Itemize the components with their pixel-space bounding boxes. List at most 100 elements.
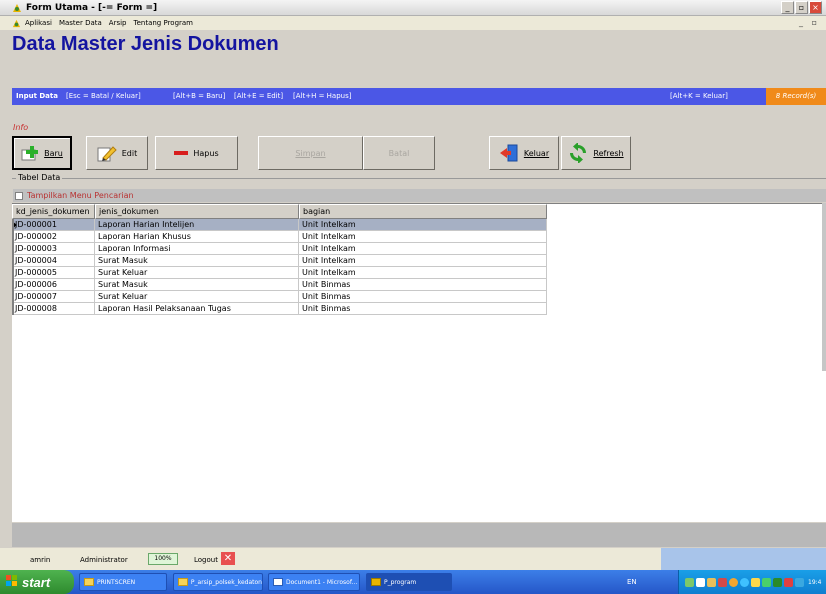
table-row[interactable]: JD-000002 Laporan Harian Khusus Unit Intel…	[12, 231, 547, 243]
zoom-badge: 100%	[148, 553, 178, 565]
taskbar: start PRINTSCREN P_arsip_polsek_kedaton …	[0, 570, 826, 594]
table-cell: JD-000005	[12, 267, 95, 279]
taskbar-item-printscren[interactable]: PRINTSCREN	[79, 573, 167, 591]
table-row[interactable]: JD-000005 Surat Keluar Unit Intelkam	[12, 267, 547, 279]
refresh-button[interactable]: Refresh	[561, 136, 631, 170]
table-row[interactable]: JD-000008 Laporan Hasil Pelaksanaan Tugas…	[12, 303, 547, 315]
shortcut-edit: [Alt+E = Edit]	[234, 92, 284, 100]
tray-icon[interactable]	[751, 577, 760, 587]
start-label: start	[22, 574, 51, 590]
table-cell: Unit Binmas	[299, 279, 547, 291]
minimize-icon[interactable]: _	[781, 1, 794, 14]
table-cell: Surat Keluar	[95, 291, 299, 303]
menu-arsip[interactable]: Arsip	[109, 19, 127, 27]
edit-label: Edit	[121, 148, 138, 158]
table-cell: Unit Intelkam	[299, 219, 547, 231]
app-icon	[13, 3, 21, 12]
tray-icon[interactable]	[729, 577, 738, 587]
mdi-window-buttons[interactable]: _ ▫	[799, 18, 820, 27]
table-cell: Surat Masuk	[95, 255, 299, 267]
batal-label: Batal	[388, 148, 410, 158]
menu-bar: Aplikasi Master Data Arsip Tentang Progr…	[0, 16, 826, 30]
table-row[interactable]: JD-000006 Surat Masuk Unit Binmas	[12, 279, 547, 291]
shortcut-keluar: [Alt+K = Keluar]	[670, 92, 728, 100]
tray-icon[interactable]	[696, 577, 705, 587]
table-cell: Surat Keluar	[95, 267, 299, 279]
column-header-kd-jenis-dokumen[interactable]: kd_jenis_dokumen	[12, 204, 95, 219]
language-indicator[interactable]: EN	[627, 578, 637, 586]
keluar-label: Keluar	[523, 148, 550, 158]
table-row[interactable]: JD-000001 Laporan Harian Intelijen Unit In…	[12, 219, 547, 231]
tray-icon[interactable]	[773, 577, 782, 587]
table-cell: Unit Intelkam	[299, 255, 547, 267]
grid-left-border	[12, 219, 14, 315]
column-header-bagian[interactable]: bagian	[299, 204, 547, 219]
app-icon	[371, 578, 381, 586]
search-toggle-label: Tampilkan Menu Pencarian	[27, 191, 134, 200]
taskbar-item-label: Document1 - Microsof...	[286, 578, 358, 586]
search-menu-checkbox[interactable]	[15, 191, 23, 200]
refresh-icon	[570, 143, 587, 163]
folder-icon	[84, 578, 94, 586]
table-cell: Unit Intelkam	[299, 243, 547, 255]
keluar-button[interactable]: Keluar	[489, 136, 559, 170]
windows-flag-icon	[6, 575, 17, 586]
logout-label[interactable]: Logout	[194, 556, 218, 564]
batal-button[interactable]: Batal	[363, 136, 435, 170]
minus-icon	[174, 151, 189, 155]
tray-icon[interactable]	[784, 577, 793, 587]
table-row[interactable]: JD-000007 Surat Keluar Unit Binmas	[12, 291, 547, 303]
grid-header: kd_jenis_dokumen jenis_dokumen bagian	[12, 204, 547, 219]
restore-icon[interactable]: ▫	[795, 1, 808, 14]
clock[interactable]: 19:4	[808, 579, 821, 586]
table-row[interactable]: JD-000003 Laporan Informasi Unit Intelkam	[12, 243, 547, 255]
table-cell: JD-000004	[12, 255, 95, 267]
table-cell: Unit Binmas	[299, 303, 547, 315]
table-cell: Unit Intelkam	[299, 267, 547, 279]
table-cell: Laporan Harian Intelijen	[95, 219, 299, 231]
page-title: Data Master Jenis Dokumen	[12, 33, 279, 55]
baru-button[interactable]: Baru	[12, 136, 72, 170]
refresh-label: Refresh	[593, 148, 624, 158]
taskbar-item-arsip-polsek[interactable]: P_arsip_polsek_kedaton	[173, 573, 263, 591]
shortcut-label: Input Data	[16, 92, 58, 100]
table-cell: Laporan Informasi	[95, 243, 299, 255]
word-icon	[273, 578, 283, 586]
table-cell: Unit Intelkam	[299, 231, 547, 243]
table-cell: Laporan Hasil Pelaksanaan Tugas	[95, 303, 299, 315]
tray-icon[interactable]	[685, 577, 694, 587]
menu-tentang-program[interactable]: Tentang Program	[134, 19, 194, 27]
close-icon[interactable]: ×	[809, 1, 822, 14]
tray-icon[interactable]	[718, 577, 727, 587]
start-button[interactable]: start	[0, 570, 74, 594]
hapus-button[interactable]: Hapus	[155, 136, 238, 170]
tray-icon[interactable]	[707, 577, 716, 587]
app-icon	[12, 19, 21, 27]
table-cell: JD-000001	[12, 219, 95, 231]
grid-body: JD-000001 Laporan Harian Intelijen Unit In…	[12, 219, 547, 315]
logout-icon[interactable]: ✕	[221, 552, 235, 565]
menu-master-data[interactable]: Master Data	[59, 19, 102, 27]
data-grid-area: kd_jenis_dokumen jenis_dokumen bagian JD…	[12, 203, 826, 522]
vertical-scrollbar[interactable]	[822, 203, 826, 371]
table-cell: JD-000002	[12, 231, 95, 243]
shortcut-hapus: [Alt+H = Hapus]	[293, 92, 352, 100]
taskbar-item-p-program[interactable]: P_program	[366, 573, 452, 591]
table-cell: JD-000003	[12, 243, 95, 255]
tray-icon[interactable]	[795, 577, 804, 587]
simpan-button[interactable]: Simpan	[258, 136, 363, 170]
system-tray: 19:4	[678, 570, 826, 594]
column-header-jenis-dokumen[interactable]: jenis_dokumen	[95, 204, 299, 219]
taskbar-item-document1[interactable]: Document1 - Microsof...	[268, 573, 360, 591]
pencil-icon	[97, 146, 117, 162]
search-toggle-row[interactable]: Tampilkan Menu Pencarian	[13, 189, 826, 202]
edit-button[interactable]: Edit	[86, 136, 148, 170]
tray-icon[interactable]	[762, 577, 771, 587]
table-row[interactable]: JD-000004 Surat Masuk Unit Intelkam	[12, 255, 547, 267]
record-count-badge: 8 Record(s)	[766, 88, 826, 105]
data-grid: kd_jenis_dokumen jenis_dokumen bagian JD…	[12, 204, 547, 315]
tray-icon[interactable]	[740, 577, 749, 587]
menu-aplikasi[interactable]: Aplikasi	[25, 19, 52, 27]
shortcut-esc: [Esc = Batal / Keluar]	[66, 92, 141, 100]
taskbar-item-label: P_program	[384, 578, 417, 586]
